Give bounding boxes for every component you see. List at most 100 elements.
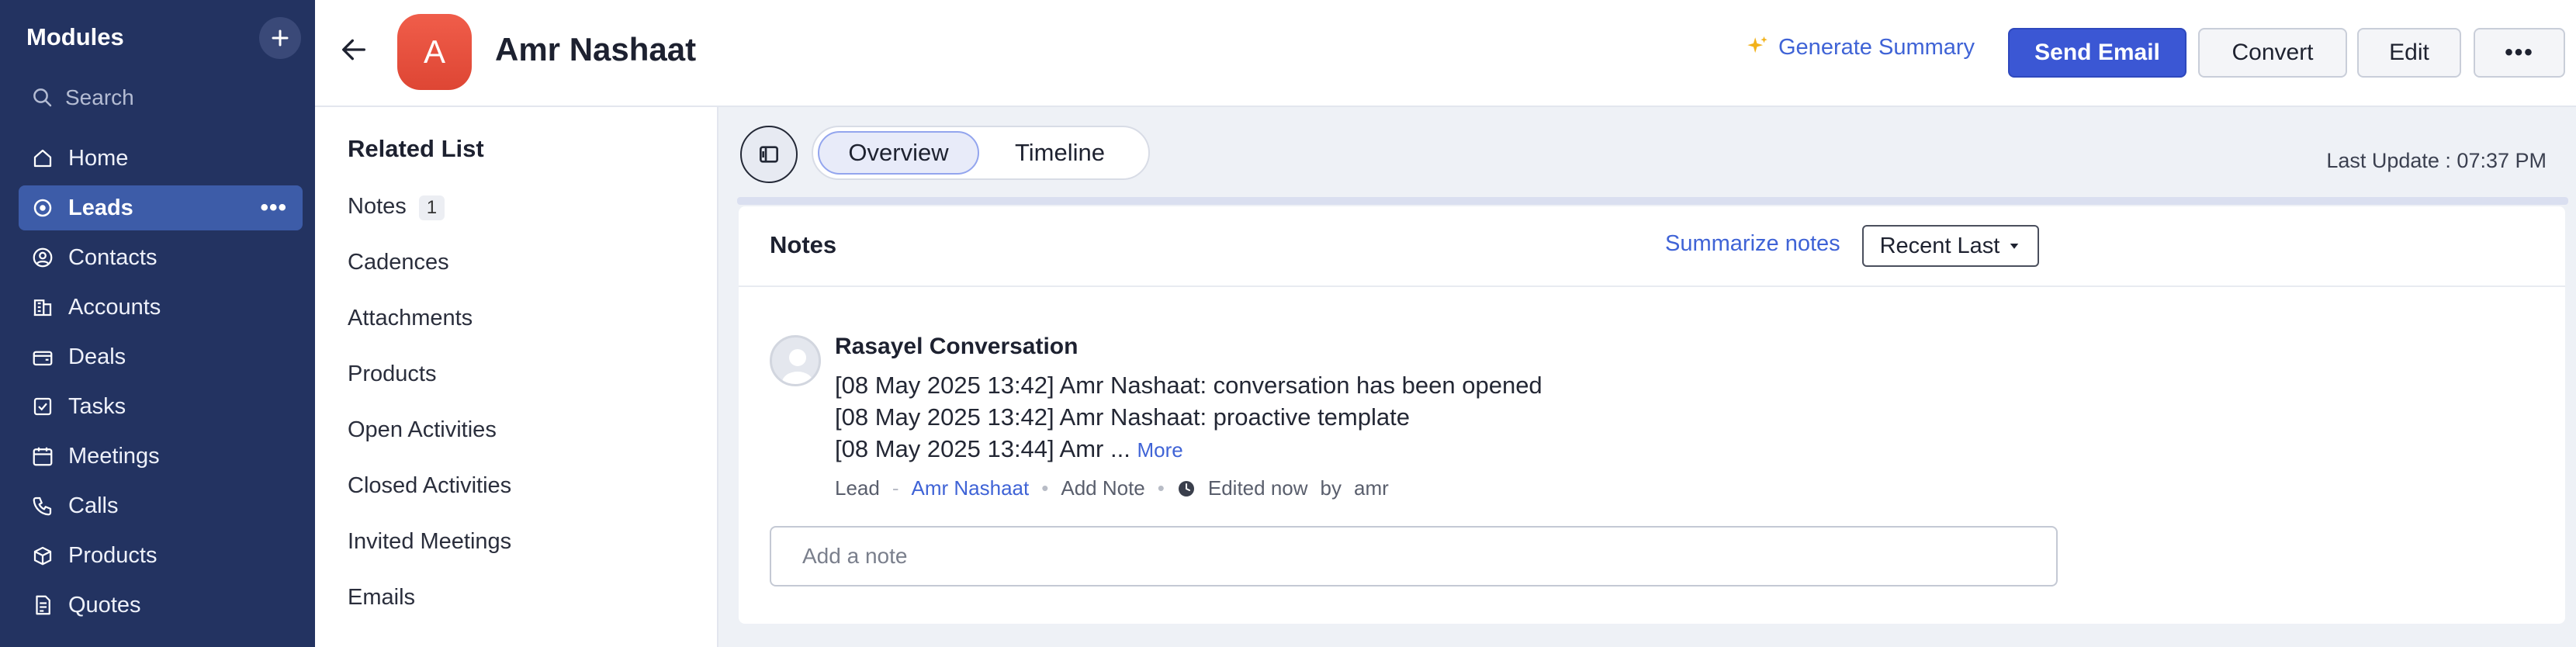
note-body: [08 May 2025 13:42] Amr Nashaat: convers… xyxy=(835,369,1542,466)
related-item-emails[interactable]: Emails xyxy=(348,585,511,641)
related-item-label: Cadences xyxy=(348,250,449,275)
sidebar-item-deals[interactable]: Deals xyxy=(19,334,303,379)
more-actions-button[interactable]: ••• xyxy=(2474,28,2565,78)
related-item-label: Closed Activities xyxy=(348,473,512,498)
contacts-icon xyxy=(33,247,53,268)
related-item-cadences[interactable]: Cadences xyxy=(348,250,511,306)
sidebar-item-quotes[interactable]: Quotes xyxy=(19,583,303,628)
note-line: [08 May 2025 13:42] Amr Nashaat: convers… xyxy=(835,372,1542,399)
view-tabs: Overview Timeline xyxy=(812,126,1150,180)
search-placeholder: Search xyxy=(65,85,134,109)
caret-down-icon xyxy=(2010,244,2019,249)
clock-icon xyxy=(1178,480,1194,496)
convert-button[interactable]: Convert xyxy=(2198,28,2347,78)
tab-overview[interactable]: Overview xyxy=(818,131,979,175)
record-header: A Amr Nashaat Generate Summary Send Emai… xyxy=(315,0,2576,107)
related-item-label: Products xyxy=(348,362,437,386)
note-meta: Lead - Amr Nashaat • Add Note • Edited n… xyxy=(835,476,1389,500)
sidebar-item-accounts[interactable]: Accounts xyxy=(19,285,303,330)
back-button[interactable] xyxy=(338,34,369,69)
related-item-attachments[interactable]: Attachments xyxy=(348,306,511,362)
sidebar: Modules Search Home Leads ••• Contacts A… xyxy=(0,0,315,647)
related-item-notes[interactable]: Notes 1 xyxy=(348,194,511,250)
notes-sort-dropdown[interactable]: Recent Last xyxy=(1862,225,2039,267)
generate-summary-link[interactable]: Generate Summary xyxy=(1744,34,1975,61)
sidebar-item-label: Contacts xyxy=(68,244,158,270)
sidebar-item-label: Meetings xyxy=(68,443,160,469)
related-list-title: Related List xyxy=(348,135,484,162)
note-line-truncated: [08 May 2025 13:44] Amr ... More xyxy=(835,433,1542,466)
products-icon xyxy=(33,546,52,566)
note-title: Rasayel Conversation xyxy=(835,334,1079,359)
add-note-link[interactable]: Add Note xyxy=(1061,476,1144,500)
deals-icon xyxy=(33,351,53,366)
bullet-separator: • xyxy=(1157,476,1165,500)
toggle-panel-button[interactable] xyxy=(740,126,798,183)
meetings-icon xyxy=(33,447,53,466)
related-item-label: Notes xyxy=(348,194,407,219)
arrow-left-icon xyxy=(342,39,365,61)
generate-summary-label: Generate Summary xyxy=(1778,34,1975,60)
record-avatar: A xyxy=(397,14,472,90)
meta-dash: - xyxy=(892,476,899,500)
related-item-closed-activities[interactable]: Closed Activities xyxy=(348,473,511,529)
more-link[interactable]: More xyxy=(1137,438,1182,462)
quotes-icon xyxy=(36,595,50,615)
add-note-input[interactable]: Add a note xyxy=(770,526,2058,586)
related-item-products[interactable]: Products xyxy=(348,362,511,417)
related-list-panel: Related List Notes 1 Cadences Attachment… xyxy=(315,107,718,647)
notes-card-header: Notes Summarize notes Recent Last xyxy=(739,206,2565,287)
sidebar-item-label: Tasks xyxy=(68,393,126,419)
sidebar-item-label: Accounts xyxy=(68,294,161,320)
tasks-icon xyxy=(33,397,52,416)
note-line: [08 May 2025 13:44] Amr ... xyxy=(835,435,1130,462)
sidebar-item-tasks[interactable]: Tasks xyxy=(19,384,303,429)
leads-icon xyxy=(33,199,52,217)
sidebar-title: Modules xyxy=(26,23,124,50)
calls-icon xyxy=(33,496,52,516)
sidebar-search[interactable]: Search xyxy=(31,85,134,110)
sidebar-item-contacts[interactable]: Contacts xyxy=(19,235,303,280)
summarize-notes-link[interactable]: Summarize notes xyxy=(1665,231,1840,257)
section-divider xyxy=(737,197,2568,205)
edit-button[interactable]: Edit xyxy=(2357,28,2461,78)
notes-count-badge: 1 xyxy=(418,195,445,220)
main-content: Overview Timeline Last Update : 07:37 PM… xyxy=(718,107,2576,647)
panel-toggle-icon xyxy=(760,146,778,163)
sidebar-item-meetings[interactable]: Meetings xyxy=(19,434,303,479)
related-list: Notes 1 Cadences Attachments Products Op… xyxy=(348,194,511,641)
sidebar-item-label: Quotes xyxy=(68,592,141,618)
more-options-icon[interactable]: ••• xyxy=(260,195,287,221)
related-item-label: Emails xyxy=(348,585,416,610)
sparkle-icon xyxy=(1747,36,1768,54)
accounts-icon xyxy=(33,299,52,317)
note-record-link[interactable]: Amr Nashaat xyxy=(912,476,1030,500)
sidebar-item-products[interactable]: Products xyxy=(19,533,303,578)
record-name: Amr Nashaat xyxy=(495,31,697,67)
tab-timeline[interactable]: Timeline xyxy=(979,131,1141,175)
sidebar-item-label: Calls xyxy=(68,493,119,518)
sidebar-item-label: Leads xyxy=(68,195,133,220)
notes-card: Notes Summarize notes Recent Last Rasaye… xyxy=(739,206,2565,624)
plus-icon xyxy=(272,29,289,47)
related-item-invited-meetings[interactable]: Invited Meetings xyxy=(348,529,511,585)
note-module: Lead xyxy=(835,476,880,500)
last-update-text: Last Update : 07:37 PM xyxy=(2326,149,2547,172)
note-line: [08 May 2025 13:42] Amr Nashaat: proacti… xyxy=(835,403,1410,431)
sort-value: Recent Last xyxy=(1879,233,2000,258)
user-placeholder-icon xyxy=(782,349,813,384)
send-email-button[interactable]: Send Email xyxy=(2008,28,2186,78)
sidebar-item-calls[interactable]: Calls xyxy=(19,483,303,528)
sidebar-item-leads[interactable]: Leads ••• xyxy=(19,185,303,230)
sidebar-item-home[interactable]: Home xyxy=(19,136,303,181)
home-icon xyxy=(33,149,52,168)
related-item-label: Invited Meetings xyxy=(348,529,512,554)
related-item-open-activities[interactable]: Open Activities xyxy=(348,417,511,473)
by-label: by xyxy=(1320,476,1342,500)
related-item-label: Attachments xyxy=(348,306,473,330)
related-item-label: Open Activities xyxy=(348,417,497,442)
sidebar-item-label: Deals xyxy=(68,344,126,369)
edited-time: Edited now xyxy=(1207,476,1308,500)
sidebar-nav: Home Leads ••• Contacts Accounts Deals T… xyxy=(19,136,303,632)
add-module-button[interactable] xyxy=(259,17,301,59)
